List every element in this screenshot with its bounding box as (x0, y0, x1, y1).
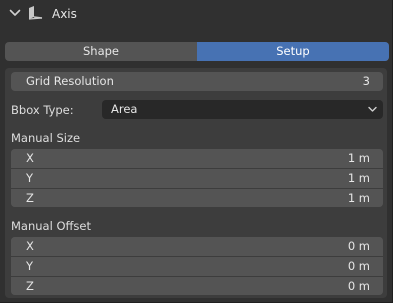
tab-setup[interactable]: Setup (197, 42, 389, 61)
axis-label: Y (26, 259, 34, 273)
axis-label: X (26, 151, 34, 165)
grid-resolution-value: 3 (362, 74, 370, 88)
axis-value: 0 m (347, 259, 370, 273)
manual-size-y-field[interactable]: Y 1 m (11, 169, 383, 188)
axis-value: 0 m (347, 239, 370, 253)
bbox-type-dropdown[interactable]: Area (102, 100, 383, 119)
manual-offset-label: Manual Offset (11, 219, 91, 233)
tab-bar: Shape Setup (5, 42, 389, 61)
axis-label: Z (26, 279, 34, 293)
manual-offset-y-field[interactable]: Y 0 m (11, 257, 383, 276)
axis-label: X (26, 239, 34, 253)
manual-offset-vector: X 0 m Y 0 m Z 0 m (11, 237, 383, 295)
panel-title: Axis (52, 7, 77, 21)
axis-label: Y (26, 171, 34, 185)
axis-value: 1 m (347, 191, 370, 205)
axis-icon (28, 6, 43, 20)
panel-header[interactable]: Axis (0, 0, 393, 28)
axis-value: 1 m (347, 171, 370, 185)
grid-resolution-label: Grid Resolution (26, 74, 114, 88)
chevron-down-icon (368, 106, 377, 112)
manual-size-label: Manual Size (11, 131, 81, 145)
axis-value: 1 m (347, 151, 370, 165)
grid-resolution-field[interactable]: Grid Resolution 3 (11, 72, 383, 91)
manual-offset-x-field[interactable]: X 0 m (11, 237, 383, 256)
manual-offset-z-field[interactable]: Z 0 m (11, 277, 383, 295)
axis-value: 0 m (347, 279, 370, 293)
axis-label: Z (26, 191, 34, 205)
bbox-type-value: Area (111, 102, 138, 116)
manual-size-z-field[interactable]: Z 1 m (11, 189, 383, 207)
chevron-down-icon[interactable] (9, 9, 21, 17)
manual-size-x-field[interactable]: X 1 m (11, 149, 383, 168)
tab-shape[interactable]: Shape (5, 42, 197, 61)
bbox-type-label: Bbox Type: (11, 103, 74, 117)
manual-size-vector: X 1 m Y 1 m Z 1 m (11, 149, 383, 207)
